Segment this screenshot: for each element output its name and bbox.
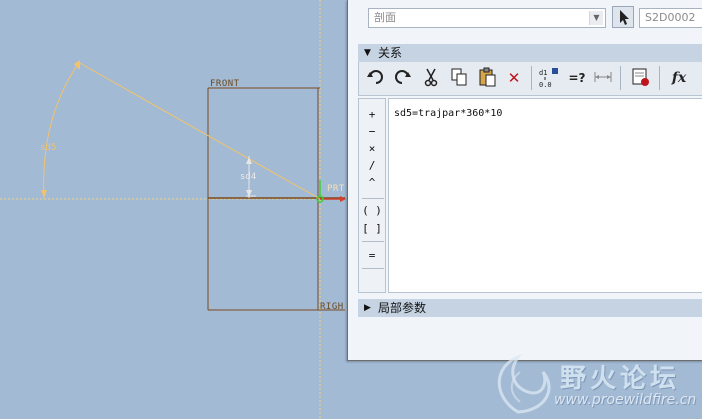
relations-editor[interactable]: sd5=trajpar*360*10 <box>388 98 702 293</box>
sort-relations-icon[interactable]: d1 0.0 <box>537 66 561 90</box>
svg-text:0.0: 0.0 <box>539 81 552 89</box>
svg-text:d1: d1 <box>539 69 547 77</box>
forum-watermark: 野火论坛 www.proewildfire.cn <box>488 352 702 419</box>
relations-section-title: 关系 <box>378 46 403 60</box>
section-arrowhead <box>340 196 346 202</box>
chevron-down-icon[interactable]: ▼ <box>589 11 603 25</box>
length-dimension-label[interactable]: sd4 <box>240 172 256 182</box>
type-combo[interactable]: 剖面 ▼ <box>368 8 606 28</box>
operator-power[interactable]: ^ <box>362 175 382 191</box>
watermark-title: 野火论坛 <box>560 364 681 394</box>
operator-parentheses[interactable]: ( ) <box>362 203 382 219</box>
copy-icon[interactable] <box>447 66 471 90</box>
expand-triangle-icon: ▶ <box>364 303 371 313</box>
relation-text: sd5=trajpar*360*10 <box>394 108 503 119</box>
insert-dimension-icon[interactable] <box>591 66 615 90</box>
relations-section-header[interactable]: ▼ 关系 <box>358 44 702 62</box>
function-icon[interactable]: fx <box>667 66 691 90</box>
operator-multiply[interactable]: × <box>362 141 382 157</box>
operator-equals[interactable]: = <box>362 248 382 264</box>
collapse-triangle-icon: ▼ <box>364 48 371 58</box>
operator-minus[interactable]: − <box>362 124 382 140</box>
cut-icon[interactable] <box>419 66 443 90</box>
id-field[interactable]: S2D0002 <box>639 8 702 28</box>
local-params-section-header[interactable]: ▶ 局部参数 <box>358 299 702 317</box>
delete-icon[interactable]: ✕ <box>502 66 526 90</box>
operator-divide[interactable]: / <box>362 158 382 174</box>
front-plane-label: FRONT <box>210 79 240 89</box>
cursor-arrow-icon <box>620 10 629 25</box>
relations-toolbar: ✕ d1 0.0 =? fx <box>358 62 702 96</box>
operator-column: + − × / ^ ( ) [ ] = <box>358 98 386 293</box>
operator-plus[interactable]: + <box>362 107 382 123</box>
paste-icon[interactable] <box>475 66 499 90</box>
angle-dimension-label[interactable]: sd5 <box>40 143 56 153</box>
id-field-value: S2D0002 <box>645 11 696 24</box>
angle-dimension-arc <box>43 63 79 200</box>
local-params-section-title: 局部参数 <box>378 301 427 315</box>
relations-dialog: 剖面 ▼ S2D0002 ▼ 关系 ✕ d1 0.0 =? fx + − × /… <box>347 0 702 361</box>
inclined-line <box>77 61 321 200</box>
undo-icon[interactable] <box>364 66 388 90</box>
redo-icon[interactable] <box>390 66 414 90</box>
watermark-logo-icon <box>497 353 551 414</box>
verify-relations-icon[interactable] <box>629 66 653 90</box>
operator-brackets[interactable]: [ ] <box>362 221 382 237</box>
pick-button[interactable] <box>612 6 634 28</box>
prt-csys-label: PRT <box>327 184 345 194</box>
right-plane-label: RIGH <box>320 302 344 312</box>
watermark-url: www.proewildfire.cn <box>554 392 697 408</box>
type-combo-value: 剖面 <box>374 11 396 24</box>
evaluate-expression-icon[interactable]: =? <box>565 66 589 90</box>
